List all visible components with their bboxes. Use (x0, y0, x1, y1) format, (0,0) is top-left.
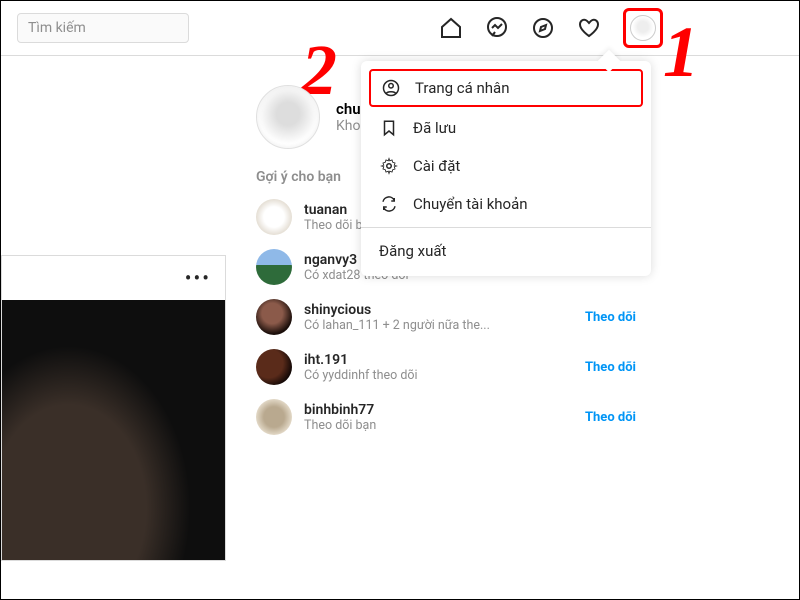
follow-button[interactable]: Theo dõi (585, 410, 636, 425)
suggestion-avatar[interactable] (256, 299, 292, 335)
explore-icon[interactable] (531, 16, 555, 40)
switch-icon (379, 195, 399, 213)
suggestion-avatar[interactable] (256, 199, 292, 235)
menu-item-profile[interactable]: Trang cá nhân (369, 69, 643, 107)
nav-icons (439, 8, 783, 48)
gear-icon (379, 157, 399, 175)
profile-dropdown: Trang cá nhân Đã lưu Cài đặt Chuyển tài … (361, 61, 651, 276)
suggestion-desc: Có lahan_111 + 2 người nữa the... (304, 318, 573, 333)
menu-label: Đăng xuất (379, 242, 446, 260)
follow-button[interactable]: Theo dõi (585, 360, 636, 375)
follow-button[interactable]: Theo dõi (585, 310, 636, 325)
profile-icon (381, 79, 401, 97)
activity-icon[interactable] (577, 16, 601, 40)
bookmark-icon (379, 119, 399, 137)
menu-label: Cài đặt (413, 157, 460, 175)
suggestion-avatar[interactable] (256, 249, 292, 285)
suggestion-desc: Có yyddinhf theo dõi (304, 368, 573, 383)
search-input[interactable]: Tìm kiếm (17, 13, 189, 43)
annotation-avatar-highlight (623, 8, 663, 48)
menu-label: Chuyển tài khoản (413, 195, 528, 213)
menu-item-logout[interactable]: Đăng xuất (361, 232, 651, 270)
suggestion-row: iht.191 Có yyddinhf theo dõi Theo dõi (256, 349, 636, 385)
feed-post: ••• (1, 255, 226, 561)
home-icon[interactable] (439, 16, 463, 40)
suggestion-name[interactable]: shinycious (304, 302, 573, 318)
feed-column: ••• (1, 55, 226, 599)
suggestion-avatar[interactable] (256, 349, 292, 385)
post-image[interactable] (2, 300, 225, 560)
menu-item-saved[interactable]: Đã lưu (361, 109, 651, 147)
current-user-name: chu (336, 100, 361, 118)
current-user-avatar[interactable] (256, 85, 320, 149)
current-user-sub: Kho (336, 118, 361, 134)
menu-item-switch[interactable]: Chuyển tài khoản (361, 185, 651, 223)
menu-label: Đã lưu (413, 119, 456, 137)
profile-avatar-nav[interactable] (630, 15, 656, 41)
suggestion-avatar[interactable] (256, 399, 292, 435)
menu-item-settings[interactable]: Cài đặt (361, 147, 651, 185)
menu-separator (361, 227, 651, 228)
search-placeholder: Tìm kiếm (28, 20, 86, 36)
suggestion-name[interactable]: iht.191 (304, 352, 573, 368)
suggestion-name[interactable]: binhbinh77 (304, 402, 573, 418)
suggestion-row: shinycious Có lahan_111 + 2 người nữa th… (256, 299, 636, 335)
suggestion-desc: Theo dõi bạn (304, 418, 573, 433)
menu-label: Trang cá nhân (415, 79, 510, 97)
post-more-icon[interactable]: ••• (2, 256, 225, 300)
messenger-icon[interactable] (485, 16, 509, 40)
suggestion-row: binhbinh77 Theo dõi bạn Theo dõi (256, 399, 636, 435)
